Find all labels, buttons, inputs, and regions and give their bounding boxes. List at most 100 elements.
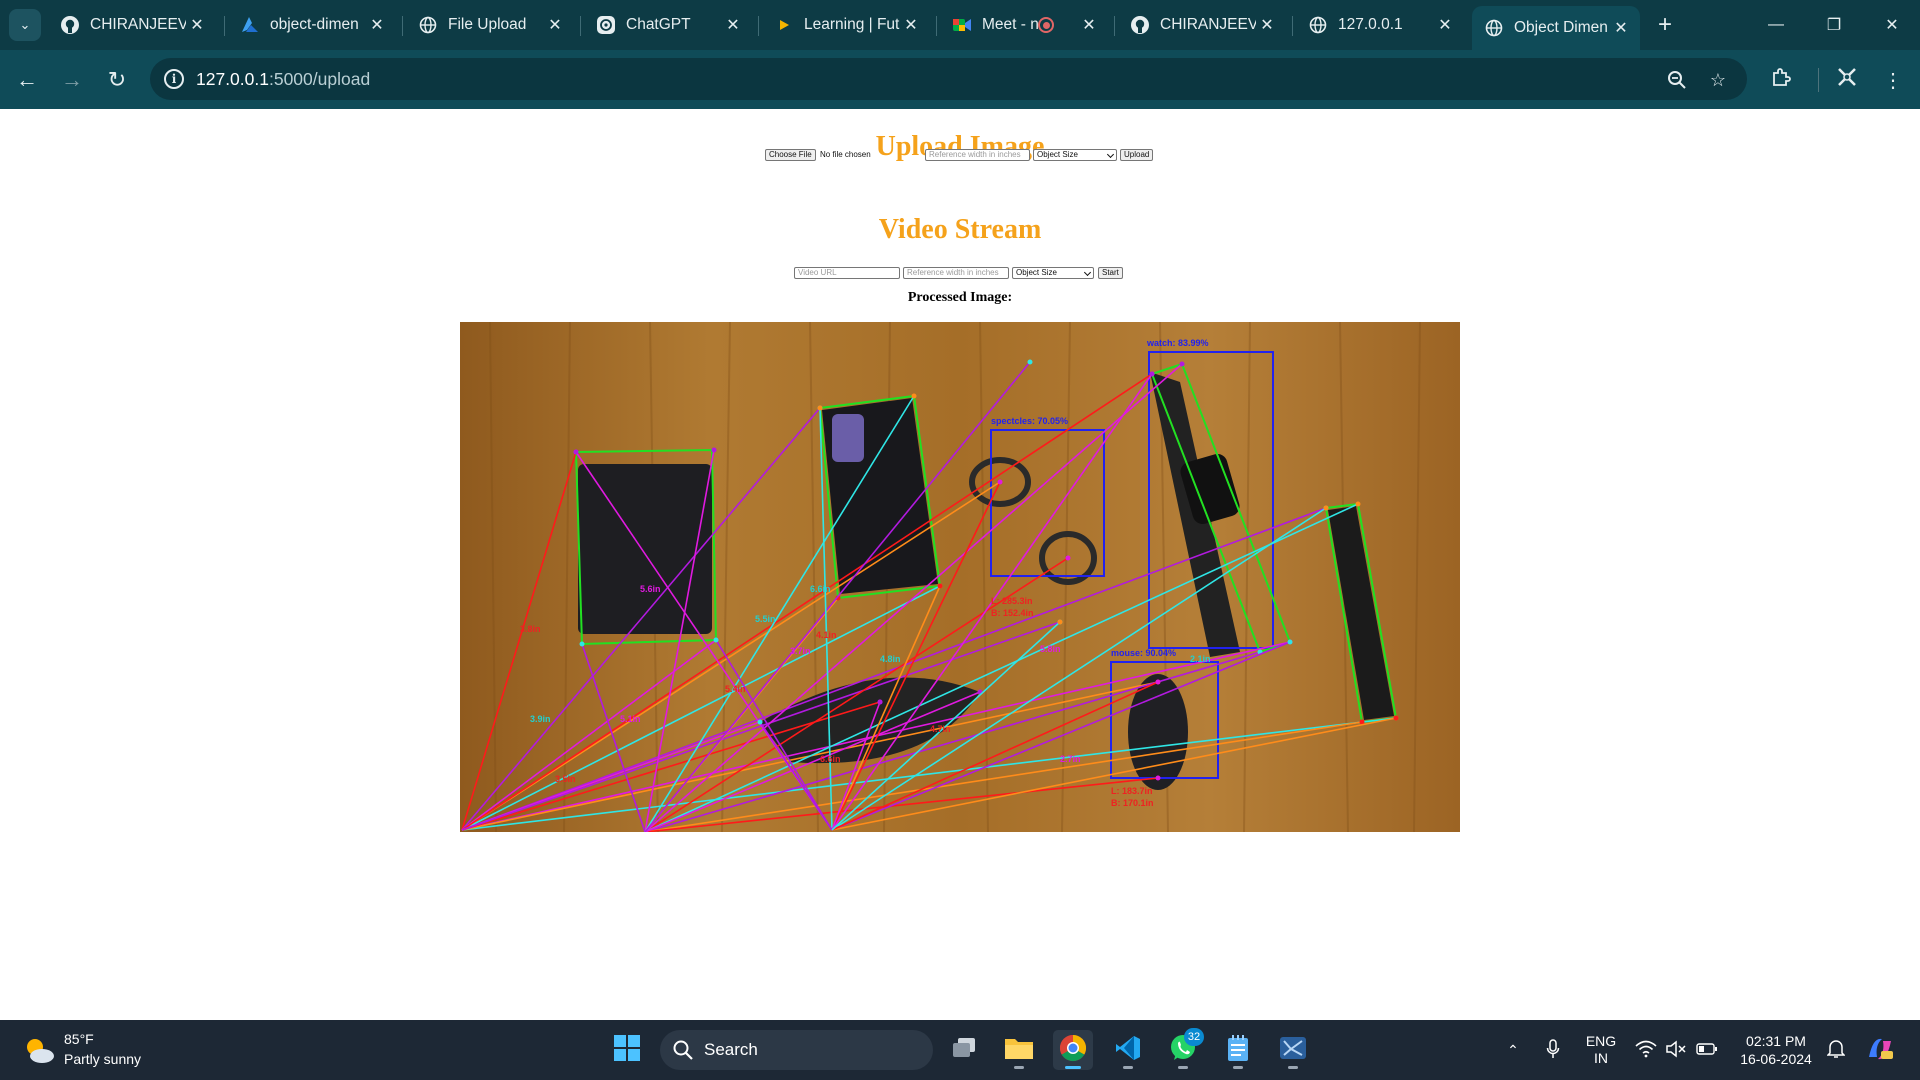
measurement-point xyxy=(713,637,719,643)
tab-learning[interactable]: Learning | Fut ✕ xyxy=(762,8,930,42)
tab-github-1[interactable]: CHIRANJEEVI ✕ xyxy=(48,8,216,42)
close-icon: ✕ xyxy=(1885,17,1899,34)
close-icon[interactable]: ✕ xyxy=(1078,14,1100,36)
measurement-point xyxy=(1155,775,1161,781)
whatsapp-button[interactable]: 32 xyxy=(1163,1027,1204,1070)
distance-label: 3.5in xyxy=(555,774,576,784)
notepad-button[interactable] xyxy=(1218,1030,1258,1070)
reload-icon: ↻ xyxy=(107,67,127,92)
close-icon[interactable]: ✕ xyxy=(1610,17,1632,39)
show-hidden-icons-button[interactable]: ⌃ xyxy=(1500,1020,1526,1080)
vscode-button[interactable] xyxy=(1108,1030,1148,1070)
zoom-icon[interactable] xyxy=(1666,69,1688,91)
spectacles-length-label: L: 285.3in xyxy=(991,596,1033,606)
microphone-button[interactable] xyxy=(1541,1020,1565,1080)
language-top: ENG xyxy=(1585,1033,1617,1049)
close-icon[interactable]: ✕ xyxy=(186,14,208,36)
close-icon[interactable]: ✕ xyxy=(366,14,388,36)
minimize-button[interactable]: — xyxy=(1753,10,1799,40)
measurement-point xyxy=(1149,371,1155,377)
running-indicator xyxy=(1123,1066,1133,1069)
input-language-button[interactable]: ENG IN xyxy=(1580,1020,1622,1080)
restore-button[interactable]: ❐ xyxy=(1811,10,1857,40)
tab-title: Object Dimen xyxy=(1514,19,1608,36)
azure-icon xyxy=(240,15,260,35)
reference-width-input[interactable]: Reference width in inches xyxy=(925,149,1030,161)
object-size-select[interactable]: Object Size xyxy=(1033,149,1117,161)
running-indicator xyxy=(1233,1066,1243,1069)
meet-icon xyxy=(952,15,972,35)
weather-temperature[interactable]: 85°F xyxy=(64,1031,94,1047)
reload-button[interactable]: ↻ xyxy=(100,63,134,97)
start-button[interactable] xyxy=(607,1030,647,1070)
clock-time: 02:31 PM xyxy=(1746,1033,1806,1049)
task-view-button[interactable] xyxy=(944,1030,984,1070)
choose-file-button[interactable]: Choose File xyxy=(765,149,816,161)
start-button[interactable]: Start xyxy=(1098,267,1123,279)
tab-separator xyxy=(1114,16,1115,36)
address-bar[interactable]: i 127.0.0.1:5000/upload ☆ xyxy=(150,58,1747,100)
file-explorer-button[interactable] xyxy=(999,1030,1039,1070)
upload-button[interactable]: Upload xyxy=(1120,149,1154,161)
weather-sun-cloud-icon[interactable] xyxy=(22,1034,56,1066)
tab-github-2[interactable]: CHIRANJEEVI ✕ xyxy=(1118,8,1286,42)
tab-azure[interactable]: object-dimen ✕ xyxy=(228,8,396,42)
wifi-button[interactable] xyxy=(1633,1020,1659,1080)
volume-button[interactable] xyxy=(1663,1020,1689,1080)
restore-icon: ❐ xyxy=(1826,17,1842,34)
active-indicator xyxy=(1065,1066,1081,1069)
site-info-icon[interactable]: i xyxy=(164,69,184,89)
tab-file-upload[interactable]: File Upload ✕ xyxy=(406,8,574,42)
measurement-point xyxy=(757,719,763,725)
forward-button[interactable]: → xyxy=(55,63,89,97)
tab-chatgpt[interactable]: ChatGPT ✕ xyxy=(584,8,752,42)
tab-separator xyxy=(224,16,225,36)
tab-search-button[interactable]: ⌄ xyxy=(9,9,41,41)
url-text[interactable]: 127.0.0.1:5000/upload xyxy=(196,69,370,90)
battery-button[interactable] xyxy=(1694,1020,1720,1080)
copilot-button[interactable] xyxy=(1862,1020,1898,1080)
microphone-icon xyxy=(1546,1038,1560,1062)
extensions-button[interactable] xyxy=(1764,63,1798,97)
taskbar-search[interactable]: Search xyxy=(660,1030,933,1070)
profile-icon xyxy=(1836,66,1858,94)
spectacles-detection-label: spectcles: 70.05% xyxy=(991,416,1068,426)
volume-muted-icon xyxy=(1665,1039,1687,1061)
search-icon xyxy=(672,1039,694,1061)
tab-object-dimension-active[interactable]: Object Dimen ✕ xyxy=(1472,6,1640,50)
chatgpt-icon xyxy=(596,15,616,35)
notifications-button[interactable] xyxy=(1824,1020,1848,1080)
close-icon[interactable]: ✕ xyxy=(722,14,744,36)
measurement-point xyxy=(711,447,717,453)
page-content: Upload Image Choose File No file chosen … xyxy=(0,109,1920,1020)
tab-meet[interactable]: Meet - ni ✕ xyxy=(940,8,1108,42)
back-button[interactable]: ← xyxy=(10,63,44,97)
no-file-text: No file chosen xyxy=(820,150,871,159)
tab-localhost[interactable]: 127.0.0.1 ✕ xyxy=(1296,8,1464,42)
chrome-button[interactable] xyxy=(1053,1030,1093,1070)
url-path: :5000/upload xyxy=(268,69,371,89)
video-object-size-select[interactable]: Object Size xyxy=(1012,267,1094,279)
video-url-input[interactable]: Video URL xyxy=(794,267,900,279)
close-icon[interactable]: ✕ xyxy=(1434,14,1456,36)
processed-image-canvas: watch: 83.99% spectcles: 70.05% mouse: 9… xyxy=(460,322,1460,832)
close-icon[interactable]: ✕ xyxy=(544,14,566,36)
profile-button[interactable] xyxy=(1830,63,1864,97)
terminal-app-button[interactable] xyxy=(1273,1030,1313,1070)
new-tab-button[interactable]: + xyxy=(1651,11,1679,39)
tab-title: Learning | Fut xyxy=(804,16,900,33)
weather-description[interactable]: Partly sunny xyxy=(64,1051,141,1067)
bookmark-star-icon[interactable]: ☆ xyxy=(1707,69,1729,91)
distance-label: 3.7in xyxy=(790,646,811,656)
close-icon[interactable]: ✕ xyxy=(1256,14,1278,36)
tab-separator xyxy=(580,16,581,36)
browser-menu-button[interactable]: ⋮ xyxy=(1876,63,1910,97)
chevron-down-icon: ⌄ xyxy=(19,17,31,32)
clock-button[interactable]: 02:31 PM 16-06-2024 xyxy=(1728,1020,1824,1080)
globe-icon xyxy=(418,15,438,35)
close-window-button[interactable]: ✕ xyxy=(1869,10,1915,40)
running-indicator xyxy=(1178,1066,1188,1069)
video-reference-width-input[interactable]: Reference width in inches xyxy=(903,267,1009,279)
globe-icon xyxy=(1484,18,1504,38)
close-icon[interactable]: ✕ xyxy=(900,14,922,36)
